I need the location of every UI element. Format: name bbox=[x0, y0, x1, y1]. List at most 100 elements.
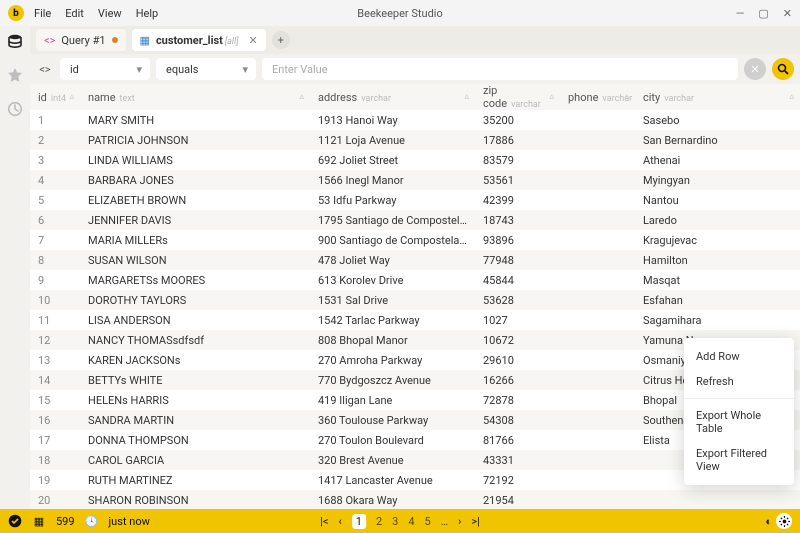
cell-city[interactable]: San Bernardino bbox=[635, 130, 800, 150]
window-maximize-button[interactable]: ▢ bbox=[758, 7, 768, 20]
add-tab-button[interactable]: + bbox=[272, 31, 290, 49]
cell-zip[interactable]: 72192 bbox=[475, 470, 560, 490]
cell-id[interactable]: 12 bbox=[30, 330, 80, 350]
menu-edit[interactable]: Edit bbox=[65, 7, 84, 20]
cell-name[interactable]: SUSAN WILSON bbox=[80, 250, 310, 270]
cell-address[interactable]: 692 Joliet Street bbox=[310, 150, 475, 170]
cell-name[interactable]: MARGARETSs MOORES bbox=[80, 270, 310, 290]
tab-query[interactable]: <> Query #1 bbox=[36, 29, 126, 51]
cell-address[interactable]: 1417 Lancaster Avenue bbox=[310, 470, 475, 490]
cell-address[interactable]: 1913 Hanoi Way bbox=[310, 110, 475, 130]
cell-city[interactable]: Esfahan bbox=[635, 290, 800, 310]
cell-id[interactable]: 8 bbox=[30, 250, 80, 270]
settings-button[interactable] bbox=[776, 513, 792, 529]
cell-id[interactable]: 7 bbox=[30, 230, 80, 250]
cell-address[interactable]: 613 Korolev Drive bbox=[310, 270, 475, 290]
cell-zip[interactable]: 53628 bbox=[475, 290, 560, 310]
cell-zip[interactable]: 43331 bbox=[475, 450, 560, 470]
cell-city[interactable]: Hamilton bbox=[635, 250, 800, 270]
cell-id[interactable]: 5 bbox=[30, 190, 80, 210]
cell-zip[interactable]: 18743 bbox=[475, 210, 560, 230]
cell-address[interactable]: 808 Bhopal Manor bbox=[310, 330, 475, 350]
page-prev-button[interactable]: ‹ bbox=[338, 515, 341, 528]
table-row[interactable]: 4BARBARA JONES1566 Inegl Manor53561Mying… bbox=[30, 170, 800, 190]
cell-name[interactable]: BARBARA JONES bbox=[80, 170, 310, 190]
cell-address[interactable]: 320 Brest Avenue bbox=[310, 450, 475, 470]
filter-value-input[interactable]: Enter Value bbox=[262, 58, 738, 80]
cell-phone[interactable] bbox=[560, 490, 635, 509]
cell-id[interactable]: 1 bbox=[30, 110, 80, 130]
table-row[interactable]: 6JENNIFER DAVIS1795 Santiago de Composte… bbox=[30, 210, 800, 230]
table-row[interactable]: 11LISA ANDERSON1542 Tarlac Parkway1027Sa… bbox=[30, 310, 800, 330]
cell-name[interactable]: SHARON ROBINSON bbox=[80, 490, 310, 509]
cell-zip[interactable]: 21954 bbox=[475, 490, 560, 509]
cell-phone[interactable] bbox=[560, 130, 635, 150]
cell-id[interactable]: 17 bbox=[30, 430, 80, 450]
cell-id[interactable]: 11 bbox=[30, 310, 80, 330]
cell-name[interactable]: CAROL GARCIA bbox=[80, 450, 310, 470]
cell-id[interactable]: 3 bbox=[30, 150, 80, 170]
cell-id[interactable]: 10 bbox=[30, 290, 80, 310]
table-row[interactable]: 1MARY SMITH1913 Hanoi Way35200Sasebo bbox=[30, 110, 800, 130]
cell-address[interactable]: 1121 Loja Avenue bbox=[310, 130, 475, 150]
cell-address[interactable]: 270 Toulon Boulevard bbox=[310, 430, 475, 450]
cell-zip[interactable]: 72878 bbox=[475, 390, 560, 410]
column-header[interactable]: zip codevarchar▵ bbox=[475, 84, 560, 110]
cell-city[interactable]: Sasebo bbox=[635, 110, 800, 130]
page-last-button[interactable]: >| bbox=[471, 515, 479, 528]
cell-phone[interactable] bbox=[560, 450, 635, 470]
cell-id[interactable]: 15 bbox=[30, 390, 80, 410]
page-number[interactable]: 1 bbox=[352, 514, 366, 529]
cell-address[interactable]: 1688 Okara Way bbox=[310, 490, 475, 509]
cell-city[interactable]: Myingyan bbox=[635, 170, 800, 190]
cell-city[interactable]: Athenai bbox=[635, 150, 800, 170]
cell-zip[interactable]: 16266 bbox=[475, 370, 560, 390]
cell-address[interactable]: 53 Idfu Parkway bbox=[310, 190, 475, 210]
cell-name[interactable]: SANDRA MARTIN bbox=[80, 410, 310, 430]
cell-id[interactable]: 2 bbox=[30, 130, 80, 150]
cell-phone[interactable] bbox=[560, 210, 635, 230]
table-row[interactable]: 9MARGARETSs MOORES613 Korolev Drive45844… bbox=[30, 270, 800, 290]
cell-id[interactable]: 20 bbox=[30, 490, 80, 509]
menu-file[interactable]: File bbox=[34, 7, 51, 20]
table-row[interactable]: 3LINDA WILLIAMS692 Joliet Street83579Ath… bbox=[30, 150, 800, 170]
cell-phone[interactable] bbox=[560, 110, 635, 130]
column-header[interactable]: phonevarchar▵ bbox=[560, 84, 635, 110]
cell-city[interactable]: Masqat bbox=[635, 270, 800, 290]
cell-name[interactable]: NANCY THOMASsdfsdf bbox=[80, 330, 310, 350]
cell-phone[interactable] bbox=[560, 370, 635, 390]
cell-id[interactable]: 16 bbox=[30, 410, 80, 430]
cell-id[interactable]: 14 bbox=[30, 370, 80, 390]
search-button[interactable] bbox=[772, 58, 794, 80]
cell-zip[interactable]: 42399 bbox=[475, 190, 560, 210]
filter-operator-select[interactable]: equals▾ bbox=[156, 58, 256, 80]
cell-id[interactable]: 9 bbox=[30, 270, 80, 290]
cell-address[interactable]: 419 Iligan Lane bbox=[310, 390, 475, 410]
clear-filter-button[interactable]: ✕ bbox=[744, 58, 766, 80]
tab-table[interactable]: ▦ customer_list[all] ✕ bbox=[132, 29, 266, 51]
cell-name[interactable]: DONNA THOMPSON bbox=[80, 430, 310, 450]
cell-id[interactable]: 19 bbox=[30, 470, 80, 490]
column-header[interactable]: nametext▵ bbox=[80, 84, 310, 110]
menu-view[interactable]: View bbox=[98, 7, 122, 20]
cell-id[interactable]: 4 bbox=[30, 170, 80, 190]
cell-phone[interactable] bbox=[560, 190, 635, 210]
cell-id[interactable]: 6 bbox=[30, 210, 80, 230]
menu-help[interactable]: Help bbox=[136, 7, 159, 20]
cell-name[interactable]: HELENs HARRIS bbox=[80, 390, 310, 410]
window-minimize-button[interactable]: — bbox=[736, 7, 745, 20]
cell-city[interactable]: Kragujevac bbox=[635, 230, 800, 250]
history-icon[interactable] bbox=[6, 100, 24, 118]
page-number[interactable]: 5 bbox=[425, 515, 431, 528]
window-close-button[interactable]: ✕ bbox=[783, 7, 792, 20]
cell-address[interactable]: 1531 Sal Drive bbox=[310, 290, 475, 310]
menu-export-filtered[interactable]: Export Filtered View bbox=[684, 441, 794, 479]
cell-city[interactable]: Laredo bbox=[635, 210, 800, 230]
cell-city[interactable]: Sagamihara bbox=[635, 310, 800, 330]
cell-zip[interactable]: 53561 bbox=[475, 170, 560, 190]
cell-zip[interactable]: 81766 bbox=[475, 430, 560, 450]
menu-export-whole[interactable]: Export Whole Table bbox=[684, 403, 794, 441]
cell-name[interactable]: ELIZABETH BROWN bbox=[80, 190, 310, 210]
cell-name[interactable]: DOROTHY TAYLORS bbox=[80, 290, 310, 310]
table-row[interactable]: 20SHARON ROBINSON1688 Okara Way21954 bbox=[30, 490, 800, 509]
